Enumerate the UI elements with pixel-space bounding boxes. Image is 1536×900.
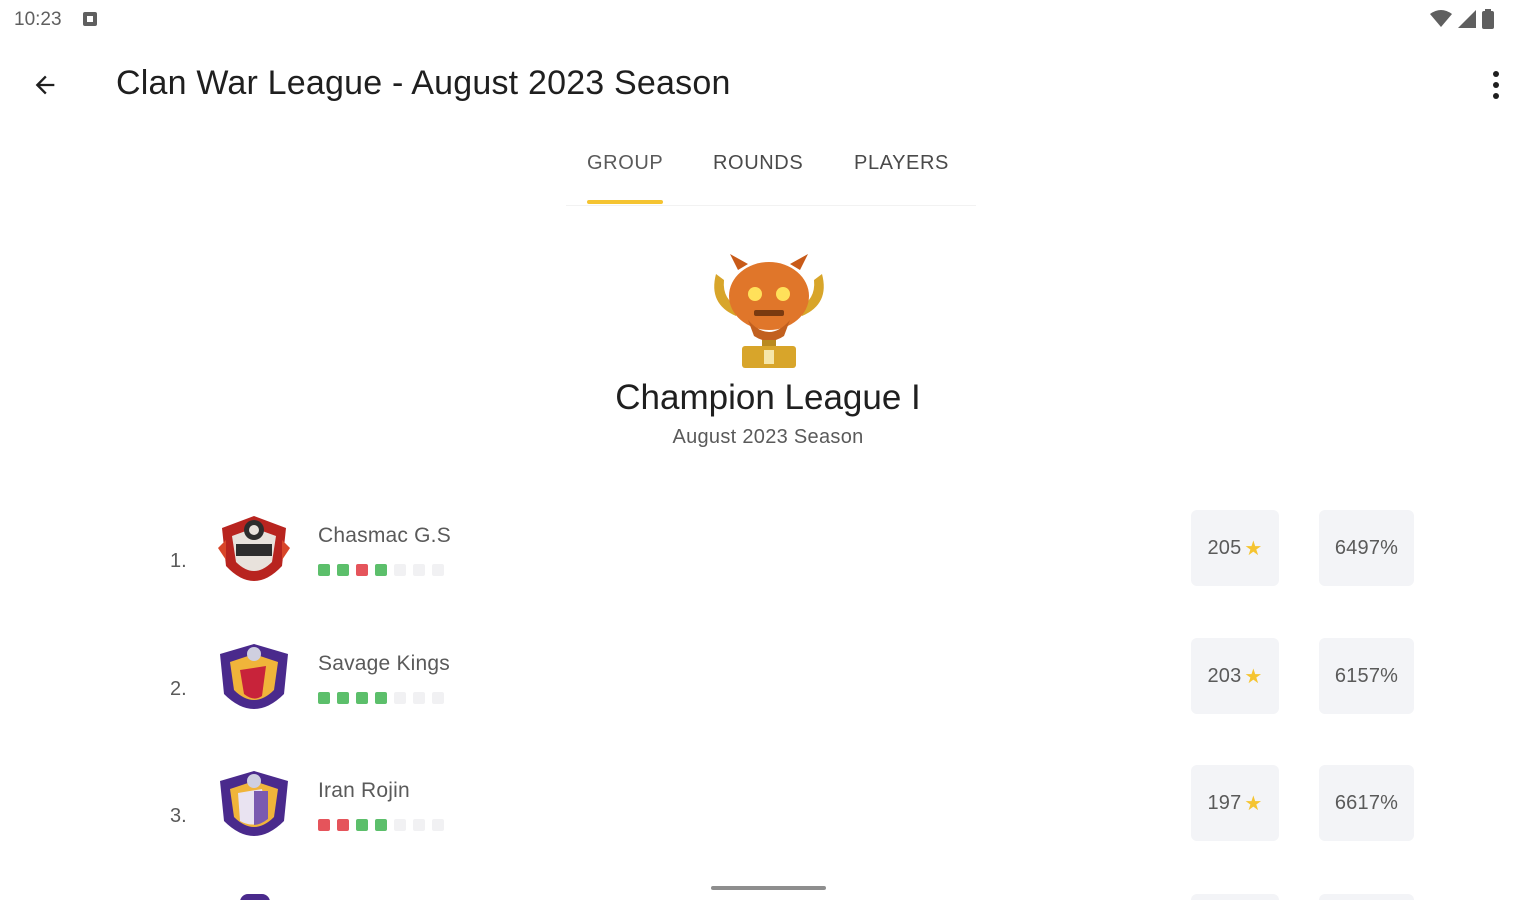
tab-bar: GROUP ROUNDS PLAYERS — [566, 140, 976, 206]
percentage-value: 6617% — [1334, 791, 1399, 814]
overflow-menu-button[interactable] — [1476, 62, 1516, 108]
war-result-pending — [413, 564, 425, 576]
percentage-box: 6497% — [1319, 510, 1414, 586]
war-results — [318, 564, 444, 576]
war-result-win — [375, 692, 387, 704]
star-icon: ★ — [1244, 792, 1263, 815]
clan-row[interactable]: 2. Savage Kings 203 ★ 6157% — [160, 638, 1420, 738]
star-icon: ★ — [1244, 665, 1263, 688]
percentage-value: 6157% — [1334, 664, 1399, 687]
stars-box: 197 ★ — [1191, 765, 1279, 841]
clan-name: Chasmac G.S — [318, 524, 451, 547]
status-icons — [1430, 9, 1494, 29]
war-result-win — [337, 564, 349, 576]
signal-icon — [1458, 10, 1476, 28]
war-result-win — [356, 819, 368, 831]
percentage-box: 6617% — [1319, 765, 1414, 841]
app-bar: Clan War League - August 2023 Season — [0, 48, 1536, 118]
clan-rank: 3. — [170, 805, 187, 827]
war-result-pending — [413, 819, 425, 831]
clan-name: Savage Kings — [318, 652, 450, 675]
clan-name: Iran Rojin — [318, 779, 410, 802]
war-result-win — [318, 564, 330, 576]
league-season: August 2023 Season — [672, 426, 864, 448]
clan-row[interactable]: 1. Chasmac G.S 205 ★ 6497% — [160, 510, 1420, 610]
war-result-loss — [356, 564, 368, 576]
trophy-icon — [714, 254, 824, 368]
stars-box: 205 ★ — [1191, 510, 1279, 586]
stars-value: 197 — [1207, 791, 1242, 814]
clan-rank: 2. — [170, 678, 187, 700]
notification-icon — [83, 12, 97, 26]
tab-rounds[interactable]: ROUNDS — [713, 152, 803, 175]
wifi-icon — [1430, 10, 1452, 27]
purple-clan-badge — [240, 894, 270, 900]
war-result-win — [375, 564, 387, 576]
tab-players[interactable]: PLAYERS — [854, 152, 949, 175]
war-result-pending — [432, 819, 444, 831]
war-result-pending — [394, 692, 406, 704]
more-vert-icon — [1493, 71, 1499, 99]
red-clan-badge — [218, 516, 290, 581]
battery-icon — [1482, 9, 1494, 29]
page-title: Clan War League - August 2023 Season — [116, 64, 731, 102]
percentage-value: 6497% — [1334, 536, 1399, 559]
star-icon: ★ — [1244, 537, 1263, 560]
status-bar: 10:23 — [0, 0, 1536, 40]
stars-box: 203 ★ — [1191, 638, 1279, 714]
percentage-box — [1319, 894, 1414, 900]
status-time: 10:23 — [14, 9, 62, 30]
clan-rank: 1. — [170, 550, 187, 572]
tab-indicator — [587, 200, 663, 204]
war-result-pending — [394, 564, 406, 576]
war-result-win — [356, 692, 368, 704]
war-results — [318, 692, 444, 704]
stars-value: 205 — [1207, 536, 1242, 559]
stars-value: 203 — [1207, 664, 1242, 687]
war-result-win — [337, 692, 349, 704]
purple-clan-badge — [220, 644, 288, 709]
war-results — [318, 819, 444, 831]
gesture-nav-handle[interactable] — [711, 886, 826, 890]
clan-row[interactable]: 3. Iran Rojin 197 ★ 6617% — [160, 765, 1420, 865]
war-result-win — [375, 819, 387, 831]
purple-clan-badge — [220, 771, 288, 836]
war-result-win — [318, 692, 330, 704]
percentage-box: 6157% — [1319, 638, 1414, 714]
arrow-back-icon — [35, 75, 55, 95]
war-result-pending — [432, 692, 444, 704]
war-result-loss — [318, 819, 330, 831]
league-name: Champion League I — [615, 378, 921, 417]
stars-box — [1191, 894, 1279, 900]
war-result-pending — [394, 819, 406, 831]
tab-group[interactable]: GROUP — [587, 152, 663, 175]
war-result-pending — [432, 564, 444, 576]
war-result-loss — [337, 819, 349, 831]
back-button[interactable] — [22, 62, 68, 108]
war-result-pending — [413, 692, 425, 704]
